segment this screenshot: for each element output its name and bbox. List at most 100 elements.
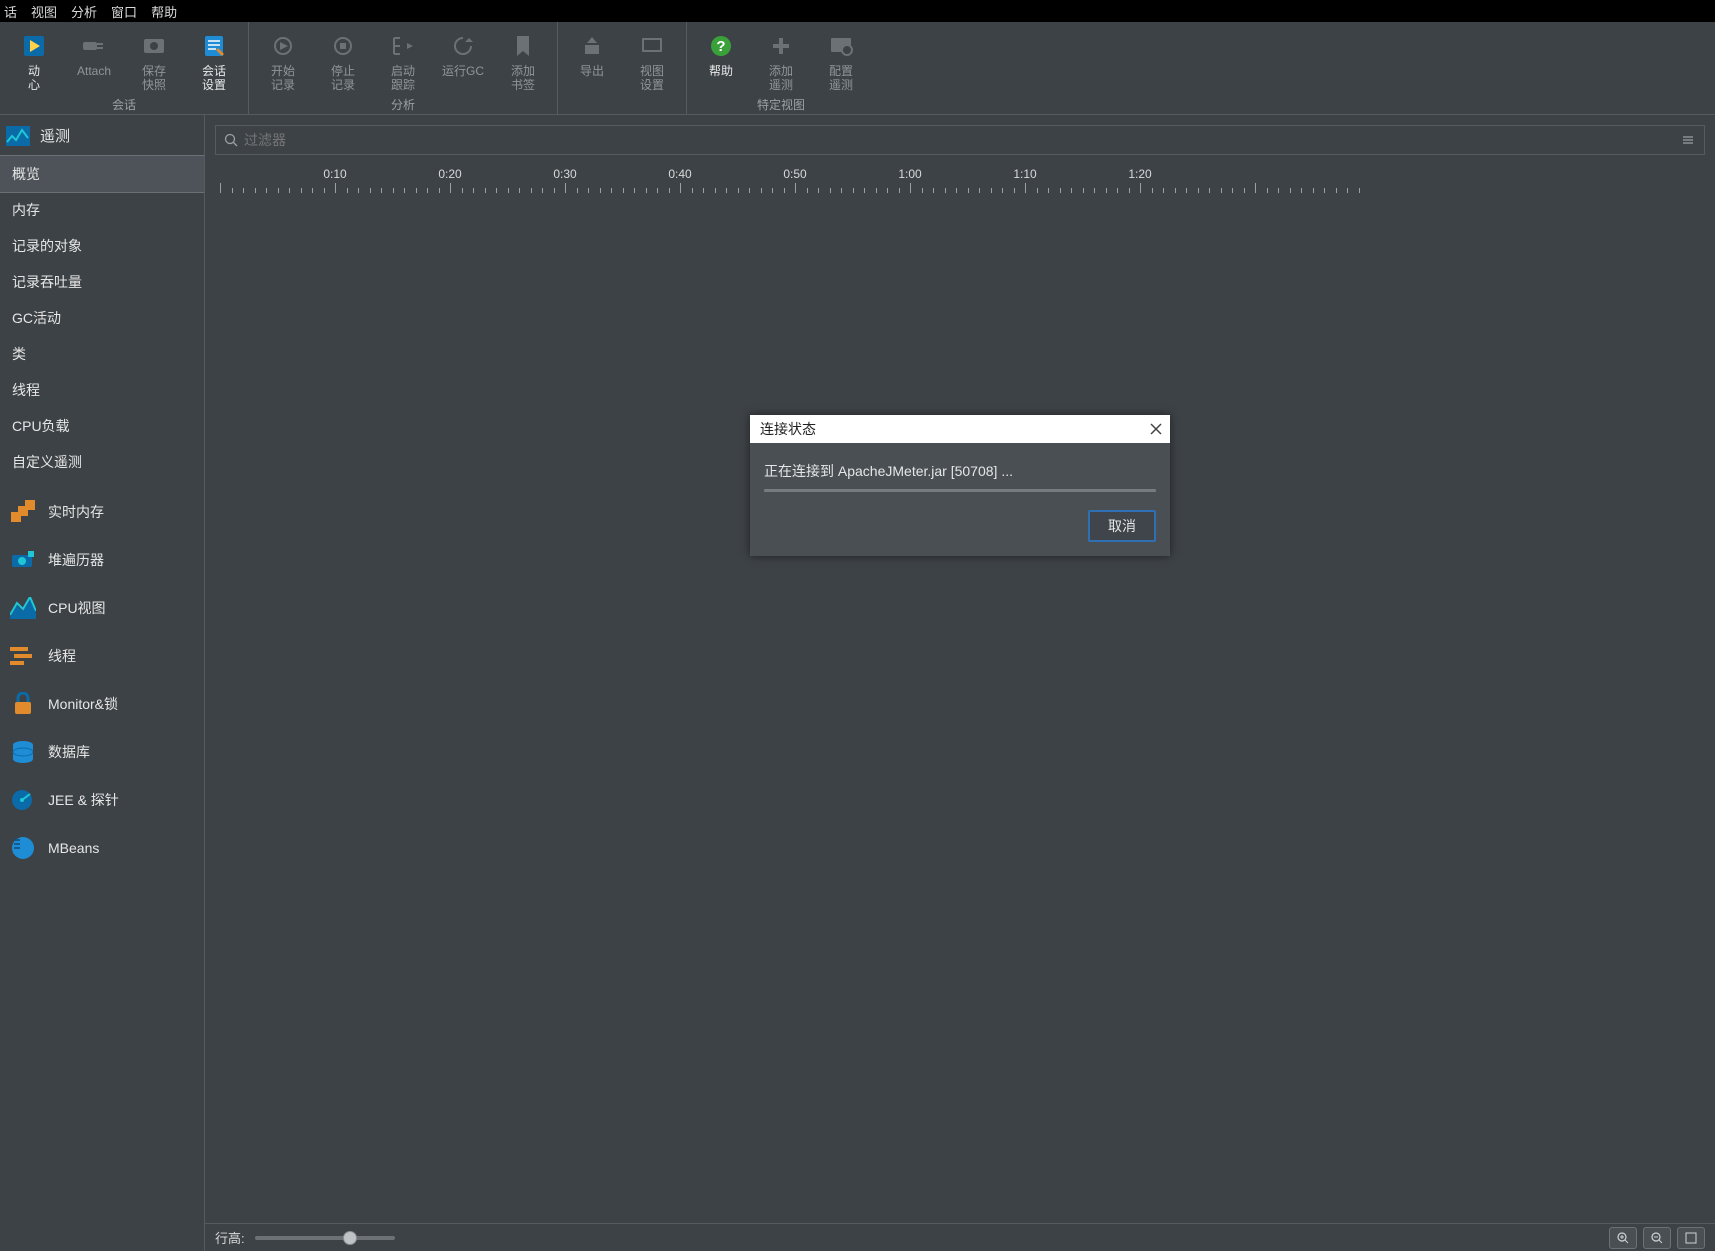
- add-tele-button: 添加遥测: [755, 28, 807, 92]
- button-label: 保存: [142, 64, 166, 78]
- button-label: 设置: [202, 78, 226, 92]
- nav-item[interactable]: 概览: [0, 156, 204, 192]
- close-icon[interactable]: [1150, 423, 1162, 435]
- sidebar: 遥测 概览内存记录的对象记录吞吐量GC活动类线程CPU负载自定义遥测 实时内存堆…: [0, 115, 205, 1251]
- dialog-title-label: 连接状态: [760, 419, 816, 439]
- tool-item[interactable]: Monitor&锁: [0, 680, 204, 728]
- nav-item[interactable]: 记录的对象: [0, 228, 204, 264]
- viewcfg-icon: [638, 32, 666, 60]
- nav-list: 概览内存记录的对象记录吞吐量GC活动类线程CPU负载自定义遥测: [0, 156, 204, 480]
- menu-bar: 话 视图 分析 窗口 帮助: [0, 0, 1715, 22]
- tool-item[interactable]: 数据库: [0, 728, 204, 776]
- telemetry-icon: [6, 126, 30, 146]
- ribbon-toolbar: 动心Attach 保存快照会话设置会话开始记录停止记录启动跟踪运行GC 添加书签…: [0, 22, 1715, 115]
- trace-button: 启动跟踪: [377, 28, 429, 92]
- tool-label: 堆遍历器: [48, 550, 104, 570]
- ribbon-group: 开始记录停止记录启动跟踪运行GC 添加书签分析: [249, 22, 558, 114]
- button-label: 动: [28, 64, 40, 78]
- nav-item[interactable]: 线程: [0, 372, 204, 408]
- ribbon-group-label: 特定视图: [757, 96, 805, 112]
- nav-item[interactable]: 自定义遥测: [0, 444, 204, 480]
- dialog-overlay: 连接状态 正在连接到 ApacheJMeter.jar [50708] ... …: [205, 115, 1715, 1251]
- button-label: 配置: [829, 64, 853, 78]
- button-label: 快照: [142, 78, 166, 92]
- tool-label: CPU视图: [48, 598, 106, 618]
- probe-icon: [10, 788, 36, 812]
- dialog-body: 正在连接到 ApacheJMeter.jar [50708] ... 取消: [750, 443, 1170, 556]
- rec-start-icon: [269, 32, 297, 60]
- tool-item[interactable]: 实时内存: [0, 488, 204, 536]
- button-label: 开始: [271, 64, 295, 78]
- add-icon: [767, 32, 795, 60]
- button-label: 记录: [271, 78, 295, 92]
- tool-list: 实时内存堆遍历器 CPU视图线程 Monitor&锁数据库 JEE & 探针 MBean…: [0, 488, 204, 872]
- start-button[interactable]: 动心: [8, 28, 60, 92]
- button-label: 跟踪: [391, 78, 415, 92]
- cpu-icon: [10, 596, 36, 620]
- nav-item[interactable]: CPU负载: [0, 408, 204, 444]
- db-icon: [10, 740, 36, 764]
- svg-text:?: ?: [716, 38, 725, 55]
- export-button: 导出: [566, 28, 618, 92]
- menu-item[interactable]: 视图: [31, 2, 57, 21]
- button-label: 帮助: [709, 64, 733, 78]
- lock-icon: [10, 692, 36, 716]
- ribbon-group: ?帮助 添加遥测配置遥测特定视图: [687, 22, 875, 114]
- dialog-message: 正在连接到 ApacheJMeter.jar [50708] ...: [764, 461, 1156, 481]
- button-label: 导出: [580, 64, 604, 78]
- attach-button: Attach: [68, 28, 120, 92]
- button-label: 启动: [391, 64, 415, 78]
- nav-item[interactable]: 类: [0, 336, 204, 372]
- settings-button[interactable]: 会话设置: [188, 28, 240, 92]
- menu-item[interactable]: 分析: [71, 2, 97, 21]
- cancel-button[interactable]: 取消: [1088, 510, 1156, 542]
- nav-item[interactable]: GC活动: [0, 300, 204, 336]
- tool-item[interactable]: MBeans: [0, 824, 204, 872]
- tool-label: Monitor&锁: [48, 694, 118, 714]
- content: 0:100:200:300:400:501:001:101:20 行高:: [205, 115, 1715, 1251]
- menu-item[interactable]: 帮助: [151, 2, 177, 21]
- heap-icon: [10, 548, 36, 572]
- snapshot-button: 保存快照: [128, 28, 180, 92]
- menu-item[interactable]: 窗口: [111, 2, 137, 21]
- nav-item[interactable]: 内存: [0, 192, 204, 228]
- button-label: 设置: [640, 78, 664, 92]
- thread-icon: [10, 644, 36, 668]
- viewcfg-button: 视图设置: [626, 28, 678, 92]
- ribbon-group: 动心Attach 保存快照会话设置会话: [0, 22, 249, 114]
- tool-item[interactable]: 堆遍历器: [0, 536, 204, 584]
- button-label: 停止: [331, 64, 355, 78]
- start-icon: [20, 32, 48, 60]
- connection-dialog: 连接状态 正在连接到 ApacheJMeter.jar [50708] ... …: [750, 415, 1170, 556]
- plug-icon: [80, 32, 108, 60]
- bookmark-button: 添加书签: [497, 28, 549, 92]
- ribbon-group-label: [620, 96, 623, 112]
- tool-item[interactable]: JEE & 探针: [0, 776, 204, 824]
- help-button[interactable]: ? 帮助: [695, 28, 747, 92]
- button-label: Attach: [77, 64, 111, 78]
- tool-label: 线程: [48, 646, 76, 666]
- tool-label: 实时内存: [48, 502, 104, 522]
- ribbon-group-label: 分析: [391, 96, 415, 112]
- button-label: 会话: [202, 64, 226, 78]
- tool-label: 数据库: [48, 742, 90, 762]
- cfg-icon: [827, 32, 855, 60]
- settings-icon: [200, 32, 228, 60]
- button-label: 心: [28, 78, 40, 92]
- mem-icon: [10, 500, 36, 524]
- mbean-icon: [10, 836, 36, 860]
- tool-label: MBeans: [48, 840, 99, 856]
- nav-item[interactable]: 记录吞吐量: [0, 264, 204, 300]
- button-label: 运行GC: [442, 64, 484, 78]
- dialog-titlebar: 连接状态: [750, 415, 1170, 443]
- progress-bar: [764, 489, 1156, 492]
- button-label: 记录: [331, 78, 355, 92]
- menu-item[interactable]: 话: [4, 2, 17, 21]
- snapshot-icon: [140, 32, 168, 60]
- button-label: 书签: [511, 78, 535, 92]
- sidebar-title: 遥测: [0, 115, 204, 156]
- tool-item[interactable]: 线程: [0, 632, 204, 680]
- tool-item[interactable]: CPU视图: [0, 584, 204, 632]
- trace-icon: [389, 32, 417, 60]
- button-label: 视图: [640, 64, 664, 78]
